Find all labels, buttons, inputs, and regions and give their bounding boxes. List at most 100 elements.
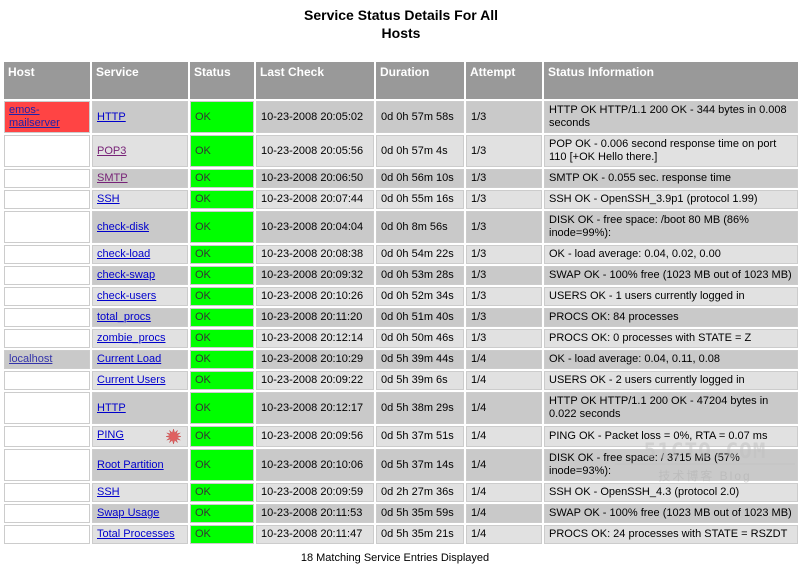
host-cell: [4, 371, 90, 390]
status-information-cell: PROCS OK: 0 processes with STATE = Z: [544, 329, 798, 348]
status-badge: OK: [190, 525, 254, 544]
service-cell: Current Load: [92, 350, 188, 369]
column-header-service: Service: [92, 62, 188, 99]
table-row: Total Processes OK 10-23-2008 20:11:47 0d 5…: [4, 525, 798, 544]
service-cell: Total Processes: [92, 525, 188, 544]
status-information-cell: DISK OK - free space: /boot 80 MB (86% i…: [544, 211, 798, 243]
service-cell-inner: Swap Usage: [97, 507, 183, 520]
status-information-cell: PROCS OK: 24 processes with STATE = RSZD…: [544, 525, 798, 544]
last-check-cell: 10-23-2008 20:10:06: [256, 449, 374, 481]
service-cell-inner: check-swap: [97, 269, 183, 282]
status-badge: OK: [190, 371, 254, 390]
service-link[interactable]: check-users: [97, 290, 156, 302]
service-cell-inner: HTTP: [97, 402, 183, 415]
service-link[interactable]: total_procs: [97, 311, 151, 323]
status-badge: OK: [190, 101, 254, 133]
table-row: check-users OK 10-23-2008 20:10:26 0d 0h 52…: [4, 287, 798, 306]
table-row: Swap Usage OK 10-23-2008 20:11:53 0d 5h 35m…: [4, 504, 798, 523]
column-header-label: Duration: [380, 65, 430, 79]
column-header-status: Status: [190, 62, 254, 99]
attempt-cell: 1/3: [466, 211, 542, 243]
attempt-cell: 1/4: [466, 371, 542, 390]
service-cell-inner: check-disk: [97, 221, 183, 234]
last-check-cell: 10-23-2008 20:10:29: [256, 350, 374, 369]
duration-cell: 0d 0h 57m 58s: [376, 101, 464, 133]
last-check-cell: 10-23-2008 20:05:02: [256, 101, 374, 133]
table-row: check-swap OK 10-23-2008 20:09:32 0d 0h 53m…: [4, 266, 798, 285]
host-cell: localhost: [4, 350, 90, 369]
service-link[interactable]: check-load: [97, 248, 150, 260]
service-cell: check-disk: [92, 211, 188, 243]
host-link[interactable]: emos-mailserver: [9, 104, 60, 129]
service-link[interactable]: Current Load: [97, 353, 161, 365]
status-badge: OK: [190, 308, 254, 327]
service-link[interactable]: HTTP: [97, 111, 126, 123]
status-information-cell: HTTP OK HTTP/1.1 200 OK - 344 bytes in 0…: [544, 101, 798, 133]
service-link[interactable]: SSH: [97, 193, 120, 205]
status-information-cell: OK - load average: 0.04, 0.11, 0.08: [544, 350, 798, 369]
service-cell: PING: [92, 426, 188, 447]
duration-cell: 0d 5h 35m 21s: [376, 525, 464, 544]
service-link[interactable]: POP3: [97, 145, 126, 157]
status-information-cell: SMTP OK - 0.055 sec. response time: [544, 169, 798, 188]
status-information-cell: PING OK - Packet loss = 0%, RTA = 0.07 m…: [544, 426, 798, 447]
service-cell-inner: HTTP: [97, 111, 183, 124]
service-link[interactable]: check-disk: [97, 221, 149, 233]
duration-cell: 0d 0h 54m 22s: [376, 245, 464, 264]
service-cell-inner: zombie_procs: [97, 332, 183, 345]
status-badge: OK: [190, 329, 254, 348]
duration-cell: 0d 0h 55m 16s: [376, 190, 464, 209]
host-cell: [4, 504, 90, 523]
service-cell: HTTP: [92, 101, 188, 133]
duration-cell: 0d 5h 35m 59s: [376, 504, 464, 523]
status-badge: OK: [190, 504, 254, 523]
attempt-cell: 1/4: [466, 426, 542, 447]
table-row: localhost Current Load OK 10-23-2008 20:10:…: [4, 350, 798, 369]
service-link[interactable]: SSH: [97, 486, 120, 498]
service-cell: HTTP: [92, 392, 188, 424]
status-badge: OK: [190, 245, 254, 264]
status-badge: OK: [190, 266, 254, 285]
service-link[interactable]: SMTP: [97, 172, 128, 184]
host-cell: [4, 190, 90, 209]
service-cell-inner: check-users: [97, 290, 183, 303]
service-link[interactable]: check-swap: [97, 269, 155, 281]
host-cell: [4, 525, 90, 544]
duration-cell: 0d 5h 39m 6s: [376, 371, 464, 390]
last-check-cell: 10-23-2008 20:09:59: [256, 483, 374, 502]
status-information-cell: POP OK - 0.006 second response time on p…: [544, 135, 798, 167]
last-check-cell: 10-23-2008 20:11:47: [256, 525, 374, 544]
status-information-cell: OK - load average: 0.04, 0.02, 0.00: [544, 245, 798, 264]
service-link[interactable]: zombie_procs: [97, 332, 165, 344]
status-badge: OK: [190, 392, 254, 424]
status-badge: OK: [190, 135, 254, 167]
host-link[interactable]: localhost: [9, 353, 52, 365]
service-cell-inner: PING: [97, 429, 183, 444]
flapping-starburst-icon[interactable]: [165, 429, 182, 444]
service-link[interactable]: Swap Usage: [97, 507, 159, 519]
last-check-cell: 10-23-2008 20:09:32: [256, 266, 374, 285]
service-link[interactable]: HTTP: [97, 402, 126, 414]
host-cell: [4, 426, 90, 447]
last-check-cell: 10-23-2008 20:04:04: [256, 211, 374, 243]
service-link[interactable]: Total Processes: [97, 528, 175, 540]
host-cell: [4, 483, 90, 502]
host-cell: [4, 169, 90, 188]
host-cell: [4, 266, 90, 285]
status-badge: OK: [190, 449, 254, 481]
status-information-cell: DISK OK - free space: / 3715 MB (57% ino…: [544, 449, 798, 481]
status-information-cell: USERS OK - 2 users currently logged in: [544, 371, 798, 390]
host-cell: [4, 287, 90, 306]
service-status-table: Host Service Status Last Check Duration Attem…: [2, 60, 800, 546]
column-header-attempt: Attempt: [466, 62, 542, 99]
table-row: total_procs OK 10-23-2008 20:11:20 0d 0h 51…: [4, 308, 798, 327]
table-row: check-load OK 10-23-2008 20:08:38 0d 0h 54m…: [4, 245, 798, 264]
service-link[interactable]: PING: [97, 429, 124, 441]
status-information-cell: SWAP OK - 100% free (1023 MB out of 1023…: [544, 504, 798, 523]
service-link[interactable]: Current Users: [97, 374, 165, 386]
service-link[interactable]: Root Partition: [97, 459, 164, 471]
column-header-label: Host: [8, 65, 35, 79]
column-header-label: Status Information: [548, 65, 655, 79]
service-cell: total_procs: [92, 308, 188, 327]
service-cell: check-users: [92, 287, 188, 306]
